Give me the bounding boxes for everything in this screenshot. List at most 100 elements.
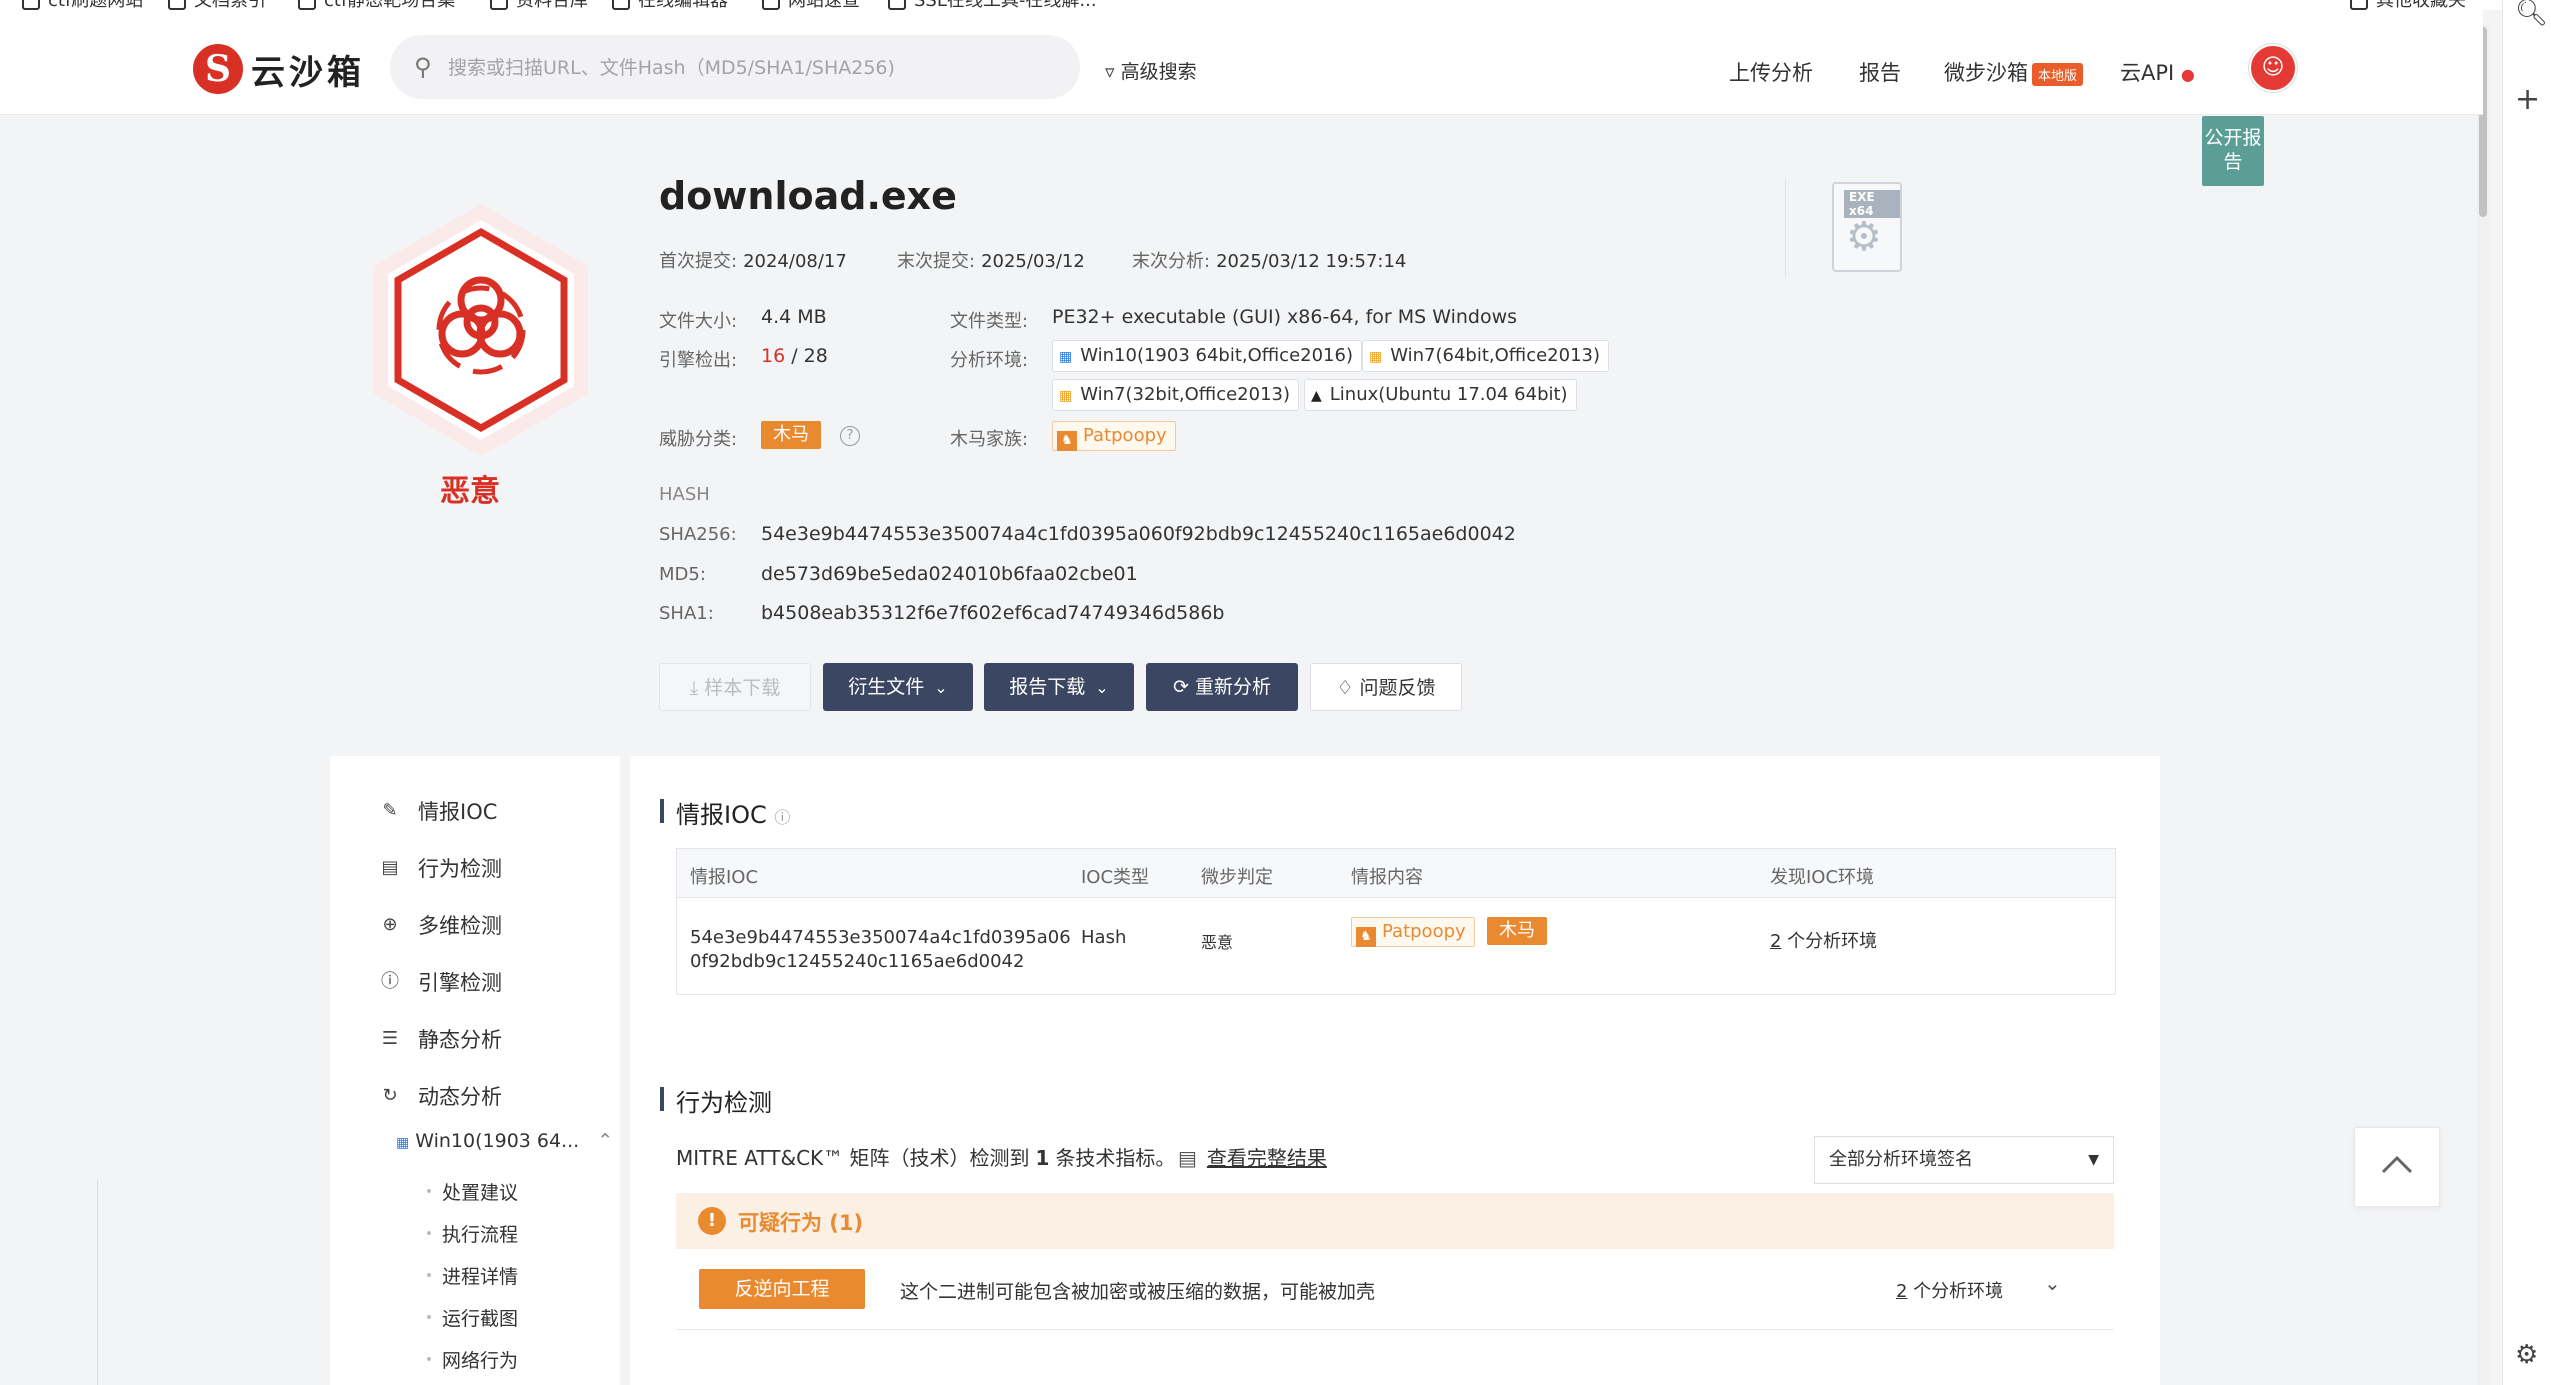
ioc-env-count[interactable]: 2 个分析环境 xyxy=(1770,927,1877,953)
last-submit: 末次提交: 2025/03/12 xyxy=(897,247,1085,273)
behavior-item[interactable]: 反逆向工程 这个二进制可能包含被加密或被压缩的数据，可能被加壳 2 个分析环境 … xyxy=(676,1249,2114,1330)
linux-icon: ▲ xyxy=(1311,388,1322,404)
bookmark-item[interactable]: ctf静态靶场合集 xyxy=(298,0,455,10)
bookmark-item[interactable]: 网站速查 xyxy=(762,0,860,10)
env-chip[interactable]: ▲ Linux(Ubuntu 17.04 64bit) xyxy=(1304,379,1577,411)
download-icon: ⤓ xyxy=(689,677,705,699)
reanalyze-button[interactable]: ⟳ 重新分析 xyxy=(1146,663,1298,711)
settings-icon[interactable]: ⚙ xyxy=(2515,1340,2538,1370)
refresh-icon: ↻ xyxy=(382,1085,398,1106)
nav-sandbox[interactable]: 微步沙箱 本地版 xyxy=(1944,57,2084,87)
behavior-env-count[interactable]: 2 个分析环境 xyxy=(1896,1277,2003,1303)
sidebar-item-engine[interactable]: ⓘ 引擎检测 xyxy=(378,967,502,997)
last-analysis-label: 末次分析: xyxy=(1132,251,1211,272)
env-signature-select[interactable]: 全部分析环境签名 ▼ xyxy=(1814,1136,2114,1184)
env-label: 分析环境: xyxy=(950,350,1029,371)
page-scrollbar[interactable] xyxy=(2477,25,2489,1385)
view-full-label: 查看完整结果 xyxy=(1206,1146,1327,1170)
feedback-label: 问题反馈 xyxy=(1359,677,1436,699)
exe-file-icon: EXE x64 ⚙ xyxy=(1832,182,1902,272)
sidebar-env-item[interactable]: ▦ Win10(1903 64... ⌃ xyxy=(396,1130,613,1152)
help-icon[interactable]: ⓘ xyxy=(774,808,790,827)
public-report-button[interactable]: 公开报告 xyxy=(2202,116,2264,186)
engine-detection: 16 / 28 xyxy=(761,345,828,367)
local-edition-badge: 本地版 xyxy=(2032,62,2084,86)
sidebar-item-dynamic[interactable]: ↻ 动态分析 xyxy=(378,1081,502,1111)
feedback-button[interactable]: ♢ 问题反馈 xyxy=(1310,663,1462,711)
chevron-up-icon xyxy=(2381,1155,2413,1174)
sidebar-item-ioc[interactable]: ✎ 情报IOC xyxy=(378,796,497,826)
gear-icon: ⚙ xyxy=(1846,214,1882,260)
bookmark-item[interactable]: 文档索引 xyxy=(168,0,266,10)
logo[interactable]: S 云沙箱 xyxy=(193,44,365,94)
search-icon[interactable]: 🔍︎ xyxy=(2515,0,2548,28)
windows-icon: ▦ xyxy=(396,1135,410,1151)
site-header: S 云沙箱 ⚲ ▿ 高级搜索 上传分析 报告 微步沙箱本地版 云API ● ☺ xyxy=(0,10,2483,115)
sidebar-sub-item[interactable]: 处置建议 xyxy=(426,1178,518,1205)
sha256-label: SHA256: xyxy=(659,524,737,545)
bookmark-item[interactable]: ctf刷题网站 xyxy=(22,0,143,10)
env-name: Win7(64bit,Office2013) xyxy=(1390,345,1601,366)
env-chip[interactable]: ▦ Win7(32bit,Office2013) xyxy=(1052,379,1300,411)
report-download-button[interactable]: 报告下载 ⌄ xyxy=(984,663,1134,711)
env-count-number: 2 xyxy=(1896,1281,1908,1302)
horse-icon: ♞ xyxy=(1057,431,1077,451)
advanced-search-link[interactable]: ▿ 高级搜索 xyxy=(1105,57,1197,84)
sidebar-item-behavior[interactable]: ▤ 行为检测 xyxy=(378,853,502,883)
derived-files-button[interactable]: 衍生文件 ⌄ xyxy=(823,663,973,711)
windows-icon: ▦ xyxy=(1059,388,1073,404)
nav-api[interactable]: 云API ● xyxy=(2120,57,2195,87)
behavior-description: 这个二进制可能包含被加密或被压缩的数据，可能被加壳 xyxy=(900,1281,1376,1303)
column-header: 情报内容 xyxy=(1351,867,1423,888)
engine-total: 28 xyxy=(803,345,828,367)
sidebar-sub-item[interactable]: 运行截图 xyxy=(426,1304,518,1331)
sidebar-sub-item[interactable]: 进程详情 xyxy=(426,1262,518,1289)
chevron-down-icon: ⌄ xyxy=(1095,678,1109,697)
bookmark-item[interactable]: 资料合库 xyxy=(490,0,588,10)
size-label: 文件大小: xyxy=(659,311,738,332)
sidebar-item-label: 情报IOC xyxy=(418,800,498,824)
ioc-table-header: 情报IOC IOC类型 微步判定 情报内容 发现IOC环境 xyxy=(677,849,2115,898)
ioc-value-line1[interactable]: 54e3e9b4474553e350074a4c1fd0395a06 xyxy=(690,927,1071,948)
family-tag[interactable]: ♞ Patpoopy xyxy=(1351,917,1475,947)
sidebar-item-multi[interactable]: ⊕ 多维检测 xyxy=(378,910,502,940)
user-avatar[interactable]: ☺ xyxy=(2249,44,2297,92)
sample-download-button[interactable]: ⤓ 样本下载 xyxy=(659,663,811,711)
sidebar-sub-item[interactable]: 网络行为 xyxy=(426,1346,518,1373)
add-icon[interactable]: + xyxy=(2515,82,2540,117)
bookmark-item[interactable]: 在线编辑器 xyxy=(612,0,728,10)
nav-sandbox-label: 微步沙箱 xyxy=(1944,61,2028,85)
verdict-hexagon-icon xyxy=(374,204,588,456)
column-header: 发现IOC环境 xyxy=(1770,867,1875,888)
chevron-down-icon[interactable]: ⌄ xyxy=(2044,1271,2061,1295)
nav-report[interactable]: 报告 xyxy=(1859,57,1901,87)
family-tag[interactable]: ♞ Patpoopy xyxy=(1052,421,1176,451)
family-name: Patpoopy xyxy=(1083,425,1167,446)
sidebar-item-static[interactable]: ☰ 静态分析 xyxy=(378,1024,502,1054)
sidebar-sub-item[interactable]: 执行流程 xyxy=(426,1220,518,1247)
bookmark-item[interactable]: SSL在线工具-在线解... xyxy=(888,0,1097,10)
threat-tag: 木马 xyxy=(761,421,821,449)
sample-download-label: 样本下载 xyxy=(704,677,781,699)
view-full-results-link[interactable]: ▤ 查看完整结果 xyxy=(1178,1142,1327,1171)
report-sidebar: ✎ 情报IOC ▤ 行为检测 ⊕ 多维检测 ⓘ 引擎检测 ☰ 静态分析 ↻ 动态分析 ▦ Wi… xyxy=(330,756,620,1385)
bookmark-item[interactable]: 其他收藏夹 xyxy=(2350,0,2466,10)
image-icon: ▤ xyxy=(381,857,399,878)
env-chip[interactable]: ▦ Win10(1903 64bit,Office2016) xyxy=(1052,340,1362,372)
reanalyze-icon: ⟳ xyxy=(1173,676,1195,698)
ioc-table: 情报IOC IOC类型 微步判定 情报内容 发现IOC环境 54e3e9b447… xyxy=(676,848,2116,995)
suspicious-behavior-header[interactable]: ! 可疑行为 (1) xyxy=(676,1193,2114,1249)
hot-icon: ● xyxy=(2180,65,2195,84)
env-name: Win10(1903 64bit,Office2016) xyxy=(1080,345,1353,366)
back-to-top-button[interactable] xyxy=(2354,1127,2440,1207)
env-chip[interactable]: ▦ Win7(64bit,Office2013) xyxy=(1362,340,1610,372)
mitre-prefix: MITRE ATT&CK™ 矩阵（技术）检测到 xyxy=(676,1146,1030,1170)
md5-label: MD5: xyxy=(659,564,706,585)
search-input[interactable] xyxy=(446,49,1050,87)
nav-upload[interactable]: 上传分析 xyxy=(1729,57,1813,87)
last-analysis-value: 2025/03/12 19:57:14 xyxy=(1216,251,1407,272)
help-icon[interactable]: ? xyxy=(840,426,860,446)
advanced-search-label: 高级搜索 xyxy=(1120,61,1197,83)
env-name: Win7(32bit,Office2013) xyxy=(1080,384,1291,405)
ioc-value-line2[interactable]: 0f92bdb9c12455240c1165ae6d0042 xyxy=(690,951,1024,972)
